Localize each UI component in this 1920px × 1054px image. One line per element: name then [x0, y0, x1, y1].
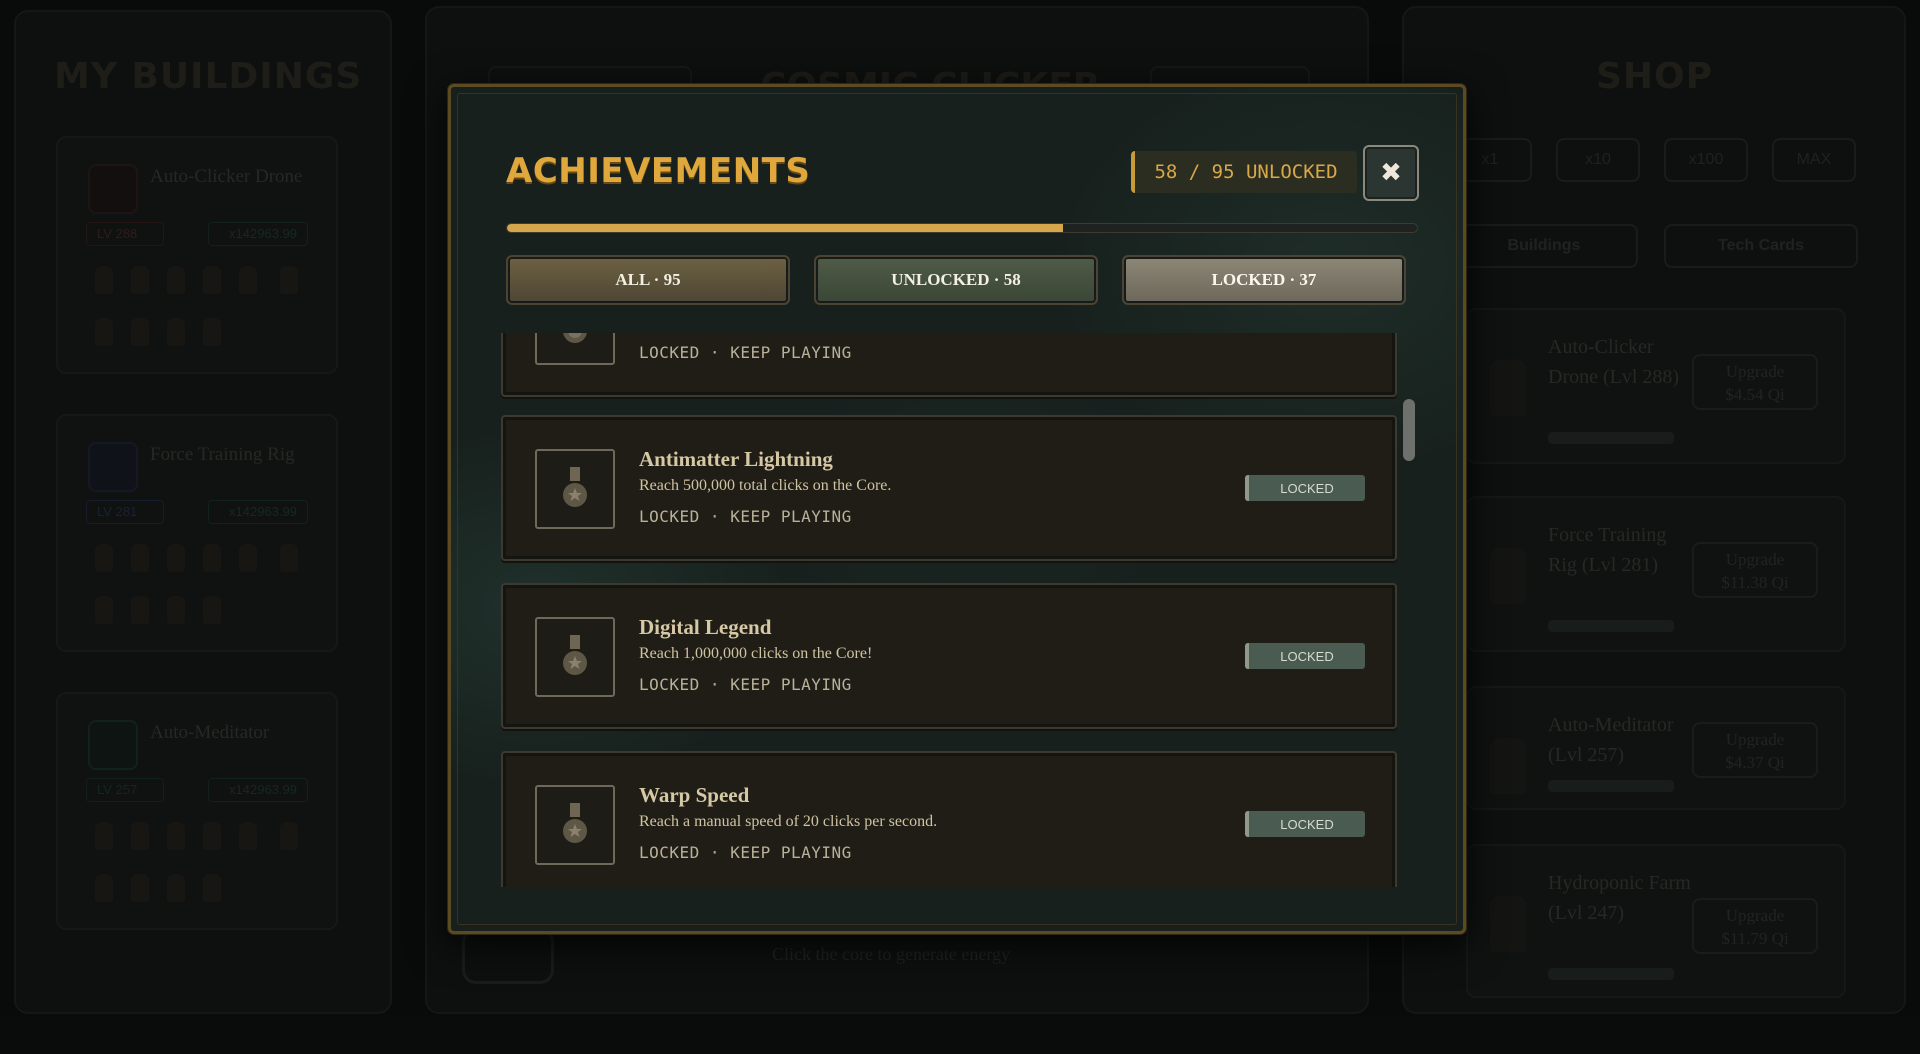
achievement-progress-bar: [506, 223, 1418, 233]
locked-badge: LOCKED: [1245, 811, 1365, 837]
achievement-status: LOCKED · KEEP PLAYING: [639, 843, 852, 862]
achievement-progress-fill: [507, 224, 1063, 232]
locked-badge: LOCKED: [1245, 475, 1365, 501]
medal-icon: [535, 617, 615, 697]
unlocked-count-badge: 58 / 95 UNLOCKED: [1131, 151, 1357, 193]
achievement-card: Warp Speed Reach a manual speed of 20 cl…: [501, 751, 1397, 887]
achievement-card: Antimatter Lightning Reach 500,000 total…: [501, 415, 1397, 561]
medal-icon: [535, 333, 615, 365]
filter-locked-button[interactable]: LOCKED · 37: [1122, 255, 1406, 305]
achievement-description: Reach 1,000,000 clicks on the Core!: [639, 645, 873, 662]
close-button[interactable]: ✖: [1363, 145, 1419, 201]
achievement-filters: ALL · 95 UNLOCKED · 58 LOCKED · 37: [506, 255, 1418, 307]
medal-icon: [535, 449, 615, 529]
achievement-name: Warp Speed: [639, 783, 750, 807]
filter-all-button[interactable]: ALL · 95: [506, 255, 790, 305]
modal-title: ACHIEVEMENTS: [506, 151, 811, 191]
achievement-status: LOCKED · KEEP PLAYING: [639, 675, 852, 694]
achievement-description: Reach 500,000 total clicks on the Core.: [639, 477, 892, 494]
achievements-modal: ACHIEVEMENTS 58 / 95 UNLOCKED ✖ ALL · 95…: [448, 84, 1466, 934]
medal-icon: [535, 785, 615, 865]
achievement-status: LOCKED · KEEP PLAYING: [639, 507, 852, 526]
achievement-card: Digital Legend Reach 1,000,000 clicks on…: [501, 583, 1397, 729]
achievement-list[interactable]: LOCKED · KEEP PLAYING Antimatter Lightni…: [501, 333, 1441, 887]
achievement-list-scrollbar[interactable]: [1403, 399, 1415, 461]
achievement-description: Reach a manual speed of 20 clicks per se…: [639, 813, 938, 830]
achievement-name: Digital Legend: [639, 615, 772, 639]
achievement-card: LOCKED · KEEP PLAYING: [501, 333, 1397, 397]
filter-unlocked-button[interactable]: UNLOCKED · 58: [814, 255, 1098, 305]
achievement-name: Antimatter Lightning: [639, 447, 833, 471]
achievement-status: LOCKED · KEEP PLAYING: [639, 343, 852, 362]
close-icon: ✖: [1380, 158, 1402, 188]
locked-badge: LOCKED: [1245, 643, 1365, 669]
